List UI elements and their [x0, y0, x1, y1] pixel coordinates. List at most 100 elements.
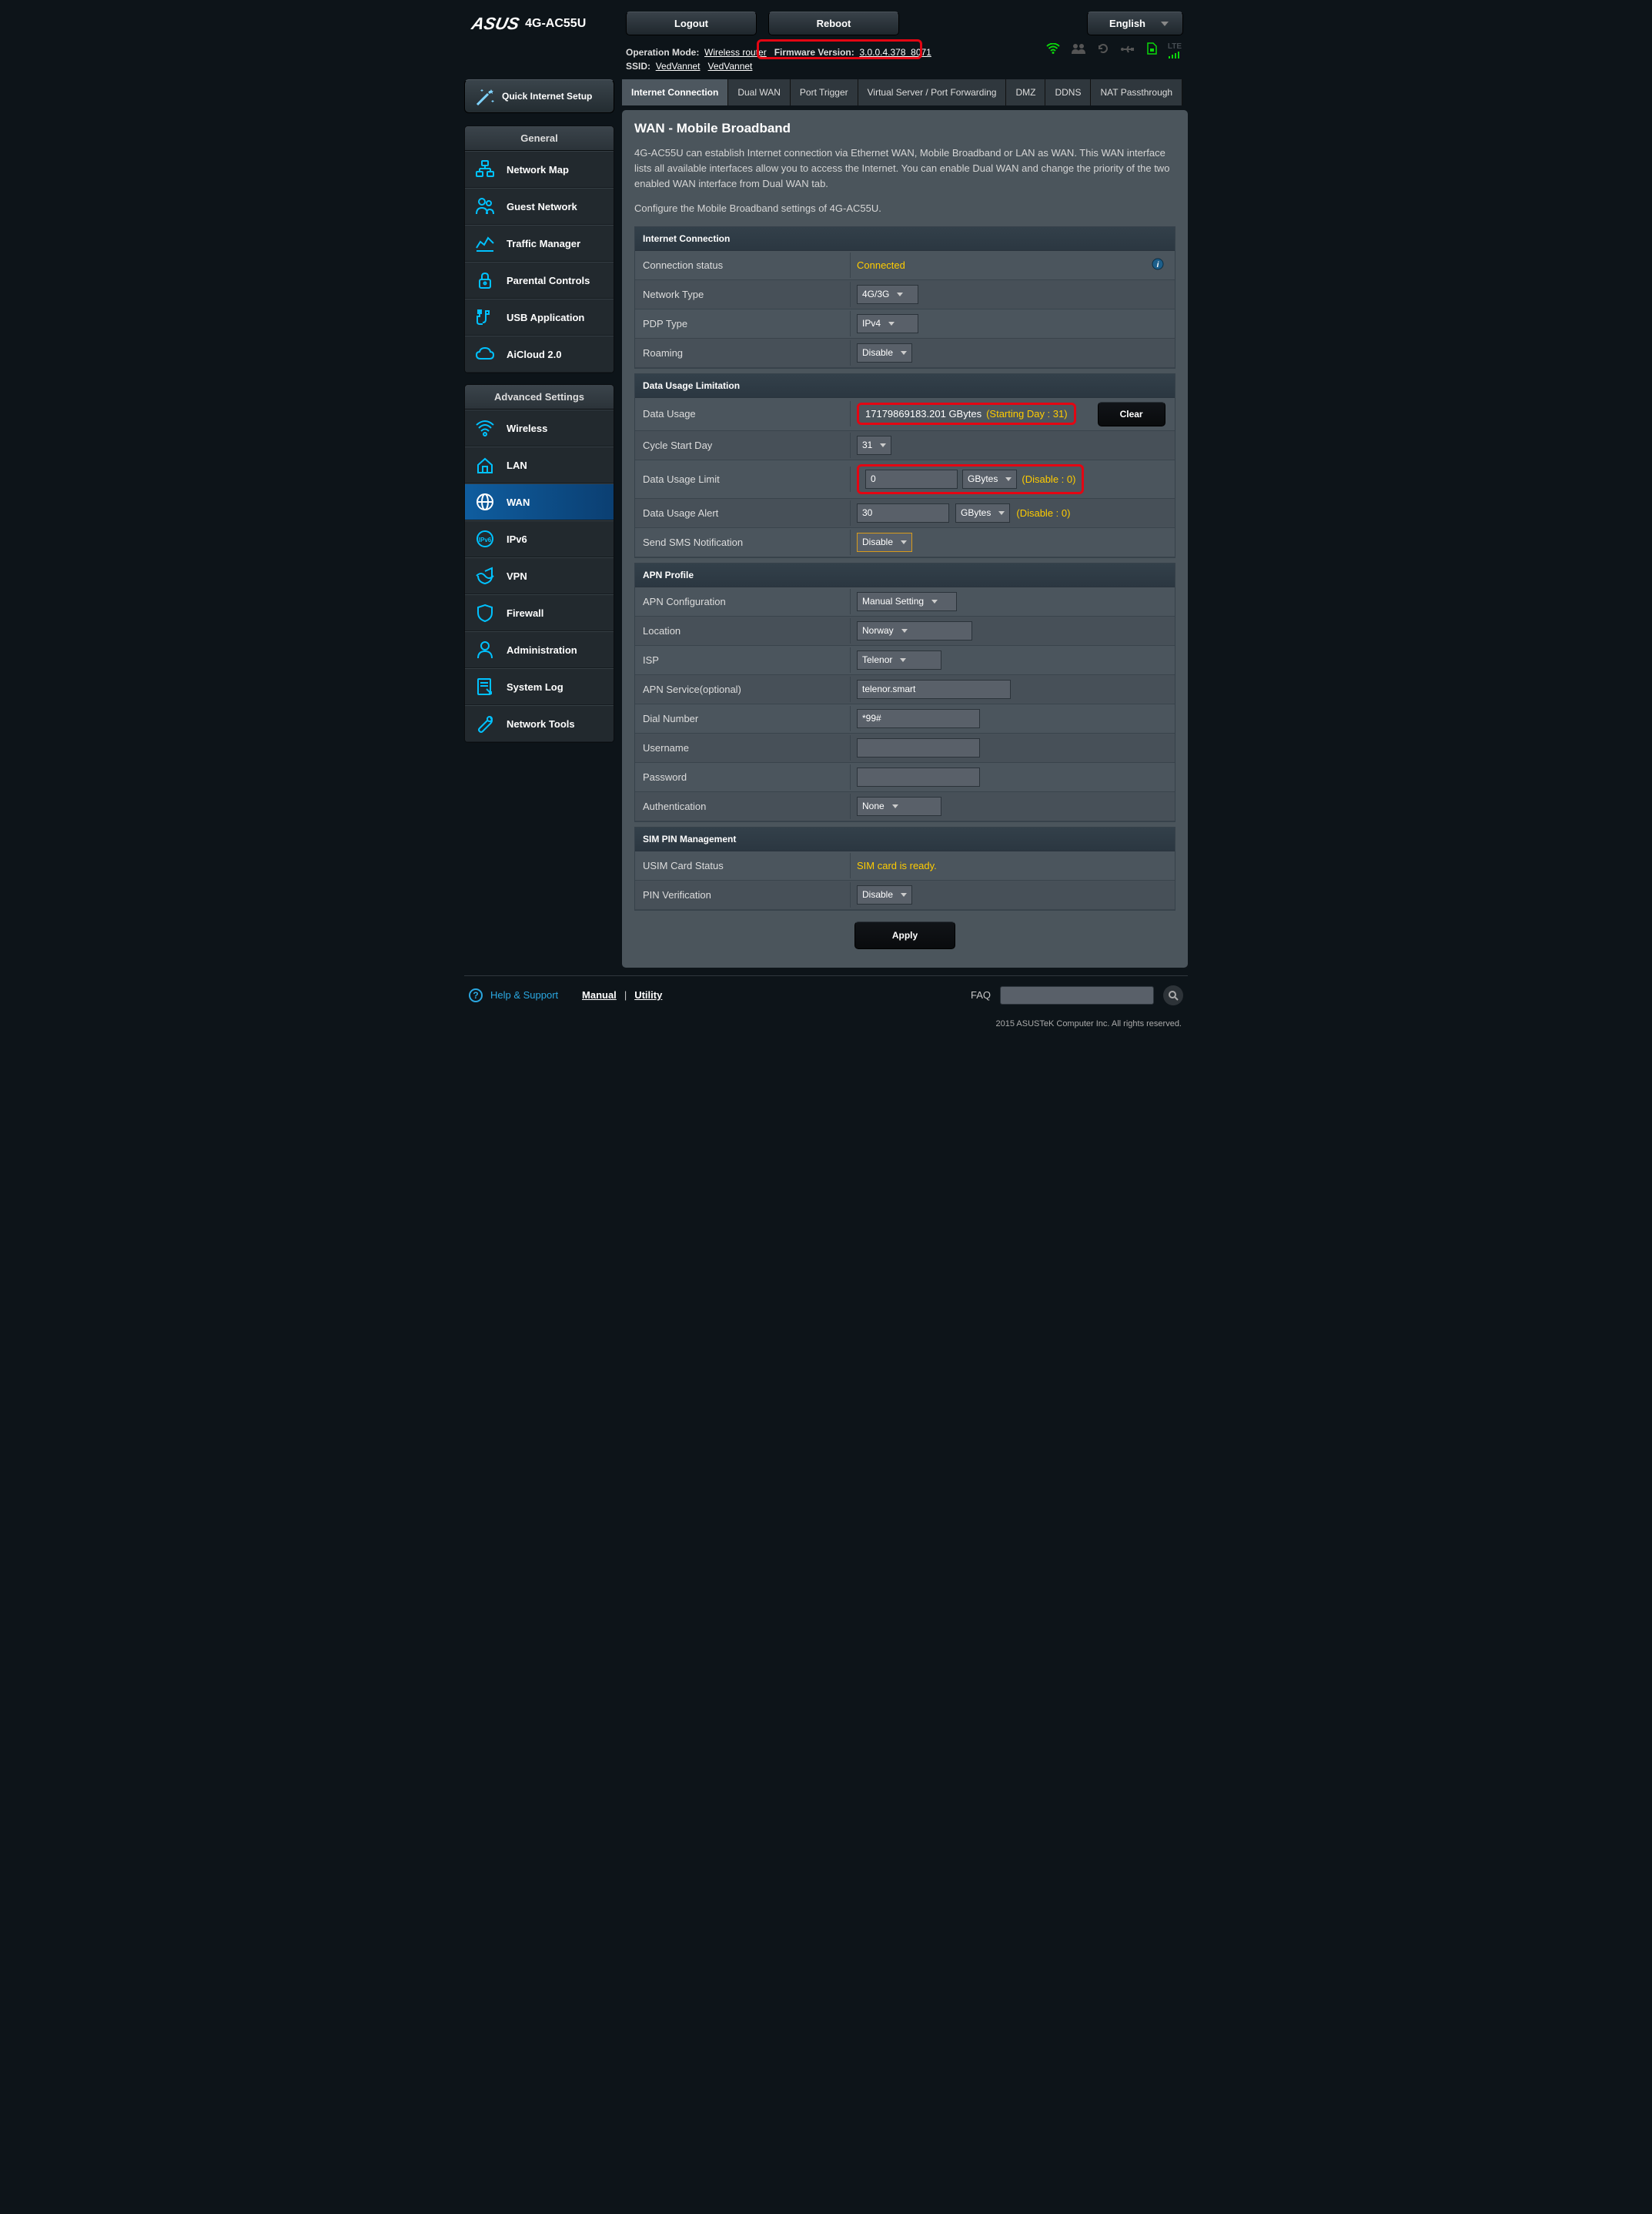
data-usage-highlight-box: 17179869183.201 GBytes (Starting Day : 3…	[857, 403, 1076, 425]
wan-tabs: Internet Connection Dual WAN Port Trigge…	[622, 79, 1188, 105]
ssid-2-link[interactable]: VedVannet	[708, 61, 753, 72]
data-usage-alert-unit-select[interactable]: GBytes	[955, 503, 1010, 523]
authentication-select[interactable]: None	[857, 797, 941, 816]
section-data-usage: Data Usage Limitation Data Usage 1717986…	[634, 373, 1175, 558]
administration-icon	[474, 640, 496, 660]
operation-mode-link[interactable]: Wireless router	[704, 47, 767, 58]
network-type-select[interactable]: 4G/3G	[857, 285, 918, 304]
usim-status-value: SIM card is ready.	[857, 860, 937, 871]
sidebar-item-traffic-manager[interactable]: Traffic Manager	[465, 225, 614, 262]
apn-configuration-select[interactable]: Manual Setting	[857, 592, 957, 611]
faq-search-input[interactable]	[1000, 986, 1154, 1005]
asus-logo: ASUS	[470, 14, 521, 34]
wan-icon	[474, 492, 496, 512]
sidebar-item-firewall[interactable]: Firewall	[465, 594, 614, 631]
data-usage-limit-input[interactable]	[865, 470, 958, 489]
sidebar-item-lan[interactable]: LAN	[465, 446, 614, 483]
sidebar-item-system-log[interactable]: System Log	[465, 668, 614, 705]
utility-link[interactable]: Utility	[634, 989, 662, 1001]
status-icons: LTE	[1046, 42, 1182, 59]
data-usage-limit-highlight-box: GBytes (Disable : 0)	[857, 464, 1084, 494]
language-label: English	[1109, 18, 1145, 29]
parental-controls-icon	[474, 270, 496, 290]
sidebar-item-parental-controls[interactable]: Parental Controls	[465, 262, 614, 299]
wand-icon	[473, 86, 496, 109]
isp-select[interactable]: Telenor	[857, 650, 941, 670]
sidebar-item-wireless[interactable]: Wireless	[465, 410, 614, 446]
apply-button[interactable]: Apply	[854, 921, 955, 949]
sidebar-item-aicloud[interactable]: AiCloud 2.0	[465, 336, 614, 373]
sidebar-item-ipv6[interactable]: IPv6 IPv6	[465, 520, 614, 557]
sidebar-item-wan[interactable]: WAN	[465, 483, 614, 520]
usb-icon	[1120, 44, 1135, 58]
faq-search-button[interactable]	[1163, 985, 1183, 1005]
sidebar-item-administration[interactable]: Administration	[465, 631, 614, 668]
pin-verification-select[interactable]: Disable	[857, 885, 912, 905]
cycle-start-day-select[interactable]: 31	[857, 436, 891, 455]
reboot-button[interactable]: Reboot	[768, 12, 899, 35]
section-apn-profile: APN Profile APN Configuration Manual Set…	[634, 563, 1175, 822]
data-usage-alert-input[interactable]	[857, 503, 949, 523]
tab-ddns[interactable]: DDNS	[1045, 79, 1091, 105]
section-sim-pin: SIM PIN Management USIM Card Status SIM …	[634, 827, 1175, 911]
clear-button[interactable]: Clear	[1098, 402, 1165, 426]
svg-text:i: i	[1157, 261, 1159, 269]
lte-signal-icon: LTE	[1168, 43, 1182, 59]
usb-application-icon	[474, 307, 496, 327]
sidebar-item-network-map[interactable]: Network Map	[465, 151, 614, 188]
sidebar-advanced-head: Advanced Settings	[465, 385, 614, 410]
sim-icon	[1146, 42, 1157, 59]
data-usage-limit-unit-select[interactable]: GBytes	[962, 470, 1017, 489]
tab-port-forwarding[interactable]: Virtual Server / Port Forwarding	[858, 79, 1007, 105]
tab-dmz[interactable]: DMZ	[1006, 79, 1045, 105]
firmware-version-link[interactable]: 3.0.0.4.378_8071	[859, 47, 931, 58]
search-icon	[1168, 990, 1179, 1001]
traffic-manager-icon	[474, 233, 496, 253]
data-usage-note: (Starting Day : 31)	[986, 408, 1068, 420]
location-select[interactable]: Norway	[857, 621, 972, 640]
language-dropdown[interactable]: English	[1087, 12, 1183, 35]
manual-link[interactable]: Manual	[582, 989, 617, 1001]
wifi-icon	[1046, 43, 1060, 58]
tab-port-trigger[interactable]: Port Trigger	[791, 79, 858, 105]
page-description-1: 4G-AC55U can establish Internet connecti…	[634, 145, 1175, 192]
guest-network-icon	[474, 196, 496, 216]
send-sms-select[interactable]: Disable	[857, 533, 912, 552]
sidebar-item-vpn[interactable]: VPN	[465, 557, 614, 594]
dial-number-input[interactable]	[857, 709, 980, 728]
tab-nat-passthrough[interactable]: NAT Passthrough	[1091, 79, 1182, 105]
roaming-select[interactable]: Disable	[857, 343, 912, 363]
quick-internet-setup-button[interactable]: Quick Internet Setup	[464, 79, 614, 113]
ssid-line: SSID: VedVannet VedVannet	[626, 59, 1188, 73]
apn-service-input[interactable]	[857, 680, 1011, 699]
help-icon[interactable]: ?	[469, 988, 483, 1002]
system-log-icon	[474, 677, 496, 697]
password-input[interactable]	[857, 768, 980, 787]
ipv6-icon: IPv6	[474, 529, 496, 549]
sidebar-general-head: General	[465, 126, 614, 151]
page-title: WAN - Mobile Broadband	[634, 121, 1175, 136]
firewall-icon	[474, 603, 496, 623]
sidebar-general: General Network Map Guest Network Traffi…	[464, 125, 614, 373]
network-tools-icon	[474, 714, 496, 734]
model-name: 4G-AC55U	[525, 17, 586, 31]
svg-text:IPv6: IPv6	[479, 537, 492, 543]
refresh-icon	[1097, 42, 1109, 59]
faq-label: FAQ	[971, 989, 991, 1001]
sidebar-item-guest-network[interactable]: Guest Network	[465, 188, 614, 225]
tab-dual-wan[interactable]: Dual WAN	[728, 79, 791, 105]
network-map-icon	[474, 159, 496, 179]
sidebar-item-network-tools[interactable]: Network Tools	[465, 705, 614, 742]
help-support-label: Help & Support	[490, 989, 558, 1001]
logout-button[interactable]: Logout	[626, 12, 757, 35]
username-input[interactable]	[857, 738, 980, 758]
lan-icon	[474, 455, 496, 475]
footer-bar: ? Help & Support Manual | Utility FAQ	[464, 975, 1188, 1013]
copyright-text: 2015 ASUSTeK Computer Inc. All rights re…	[464, 1013, 1188, 1041]
connection-status-value: Connected	[857, 259, 905, 271]
help-icon[interactable]: i	[1152, 258, 1164, 273]
tab-internet-connection[interactable]: Internet Connection	[622, 79, 728, 105]
sidebar-item-usb-application[interactable]: USB Application	[465, 299, 614, 336]
pdp-type-select[interactable]: IPv4	[857, 314, 918, 333]
ssid-1-link[interactable]: VedVannet	[656, 61, 701, 72]
